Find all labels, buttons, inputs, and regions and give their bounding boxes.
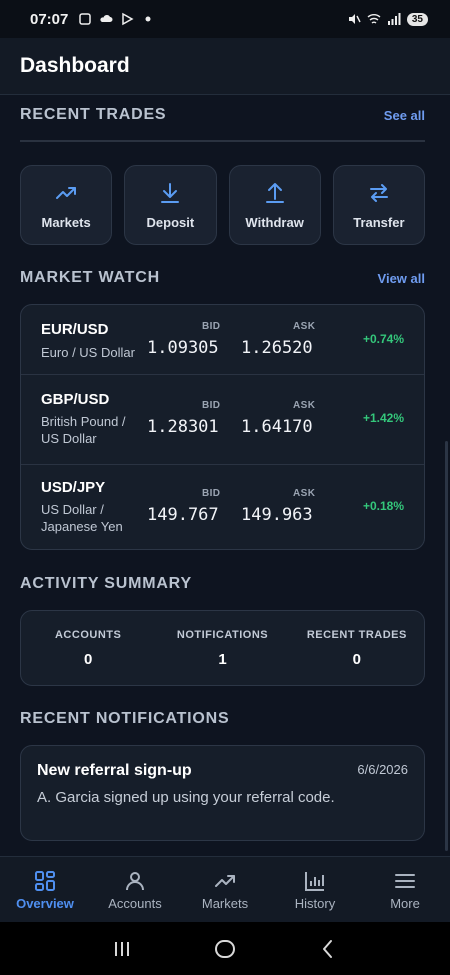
pair-symbol: USD/JPY — [41, 479, 106, 496]
ask-label: ASK — [293, 400, 316, 411]
signal-icon — [387, 13, 401, 25]
status-icons-right: 35 — [347, 12, 428, 26]
nav-label: Markets — [201, 895, 249, 911]
recent-apps-icon[interactable] — [110, 937, 134, 961]
summary-recent-trades: RECENT TRADES 0 — [290, 611, 424, 685]
summary-label: ACCOUNTS — [54, 628, 122, 641]
app-header: Dashboard — [0, 38, 450, 95]
action-label: Deposit — [146, 214, 195, 230]
action-label: Transfer — [353, 214, 405, 230]
markets-action-button[interactable]: Markets — [20, 165, 113, 245]
scrollbar[interactable] — [445, 441, 448, 851]
action-label: Markets — [41, 214, 91, 230]
change-value: +1.42% — [362, 411, 404, 425]
dashboard-content[interactable]: RECENT TRADES See all Markets Deposit Wi… — [0, 96, 450, 856]
view-all-link[interactable]: View all — [378, 271, 425, 286]
dot-icon — [145, 16, 151, 22]
notification-card[interactable]: New referral sign-up 6/6/2026 A. Garcia … — [20, 745, 425, 841]
play-store-icon — [122, 12, 134, 26]
pair-symbol: EUR/USD — [41, 321, 109, 338]
nav-label: Accounts — [108, 895, 162, 911]
recent-notifications-title: RECENT NOTIFICATIONS — [20, 710, 230, 727]
wifi-icon — [367, 14, 381, 24]
notification-date: 6/6/2026 — [357, 762, 408, 777]
market-watch-title: MARKET WATCH — [20, 269, 160, 286]
ask-label: ASK — [293, 321, 316, 332]
activity-summary-card: ACCOUNTS 0 NOTIFICATIONS 1 RECENT TRADES… — [20, 610, 425, 686]
pair-name: Euro / US Dollar — [41, 345, 135, 360]
pair-symbol: GBP/USD — [41, 391, 110, 408]
cloud-icon — [100, 15, 113, 22]
activity-summary-header: ACTIVITY SUMMARY — [20, 575, 425, 593]
market-row-usdjpy[interactable]: USD/JPY US Dollar / Japanese Yen BID 149… — [21, 465, 424, 549]
summary-value: 1 — [218, 650, 227, 668]
action-label: Withdraw — [245, 214, 304, 230]
recent-trades-title: RECENT TRADES — [20, 106, 167, 123]
menu-icon — [395, 873, 415, 888]
ask-label: ASK — [293, 488, 316, 499]
recent-notifications-header: RECENT NOTIFICATIONS — [20, 710, 425, 728]
status-icons-left — [78, 12, 155, 26]
summary-value: 0 — [83, 650, 93, 668]
mute-icon — [348, 14, 361, 24]
activity-summary-title: ACTIVITY SUMMARY — [20, 575, 192, 592]
screenshot-icon — [79, 13, 92, 25]
summary-label: NOTIFICATIONS — [176, 628, 269, 641]
upload-icon — [265, 182, 284, 203]
market-watch-header: MARKET WATCH View all — [20, 269, 425, 287]
summary-label: RECENT TRADES — [306, 628, 407, 641]
withdraw-action-button[interactable]: Withdraw — [228, 165, 321, 245]
bar-chart-icon — [305, 871, 324, 891]
see-all-link[interactable]: See all — [384, 108, 425, 123]
back-icon[interactable] — [316, 937, 340, 961]
summary-notifications: NOTIFICATIONS 1 — [155, 611, 289, 685]
bid-price: 149.767 — [147, 505, 219, 525]
market-row-eurusd[interactable]: EUR/USD Euro / US Dollar BID 1.09305 ASK… — [21, 305, 424, 375]
page-title: Dashboard — [20, 54, 130, 77]
status-bar: 07:07 35 — [0, 0, 450, 38]
home-icon[interactable] — [213, 937, 237, 961]
market-watch-card: EUR/USD Euro / US Dollar BID 1.09305 ASK… — [20, 304, 425, 550]
deposit-action-button[interactable]: Deposit — [124, 165, 217, 245]
bid-label: BID — [202, 488, 221, 499]
nav-history[interactable]: History — [270, 857, 360, 922]
nav-more[interactable]: More — [360, 857, 450, 922]
nav-markets[interactable]: Markets — [180, 857, 270, 922]
grid-icon — [35, 870, 55, 891]
recent-trades-header: RECENT TRADES See all — [20, 106, 425, 124]
trending-up-icon — [215, 874, 235, 887]
ask-price: 1.26520 — [241, 338, 313, 358]
nav-label: More — [390, 895, 420, 911]
download-icon — [161, 182, 180, 203]
status-time: 07:07 — [30, 10, 69, 28]
bottom-nav: Overview Accounts Markets History More — [0, 856, 450, 922]
user-icon — [126, 871, 144, 890]
swap-arrows-icon — [369, 183, 388, 202]
transfer-action-button[interactable]: Transfer — [332, 165, 425, 245]
bid-label: BID — [202, 400, 221, 411]
summary-value: 0 — [352, 650, 361, 668]
change-value: +0.74% — [362, 332, 404, 346]
bid-price: 1.28301 — [147, 417, 219, 437]
ask-price: 1.64170 — [241, 417, 313, 437]
nav-overview[interactable]: Overview — [0, 857, 90, 922]
pair-name: British Pound / US Dollar — [41, 414, 126, 446]
trending-up-icon — [56, 186, 77, 199]
nav-accounts[interactable]: Accounts — [90, 857, 180, 922]
change-value: +0.18% — [362, 499, 404, 513]
bid-price: 1.09305 — [147, 338, 219, 358]
battery-indicator: 35 — [406, 12, 428, 26]
ask-price: 149.963 — [241, 505, 313, 525]
nav-label: Overview — [16, 895, 74, 911]
quick-actions: Markets Deposit Withdraw Transfer — [20, 165, 425, 245]
notification-title: New referral sign-up — [37, 762, 192, 779]
summary-accounts: ACCOUNTS 0 — [21, 611, 155, 685]
nav-label: History — [294, 895, 336, 911]
notification-body: A. Garcia signed up using your referral … — [37, 789, 335, 806]
bid-label: BID — [202, 321, 221, 332]
section-divider — [20, 140, 425, 142]
pair-name: US Dollar / Japanese Yen — [41, 502, 123, 534]
system-nav-bar — [0, 922, 450, 975]
market-row-gbpusd[interactable]: GBP/USD British Pound / US Dollar BID 1.… — [21, 375, 424, 465]
